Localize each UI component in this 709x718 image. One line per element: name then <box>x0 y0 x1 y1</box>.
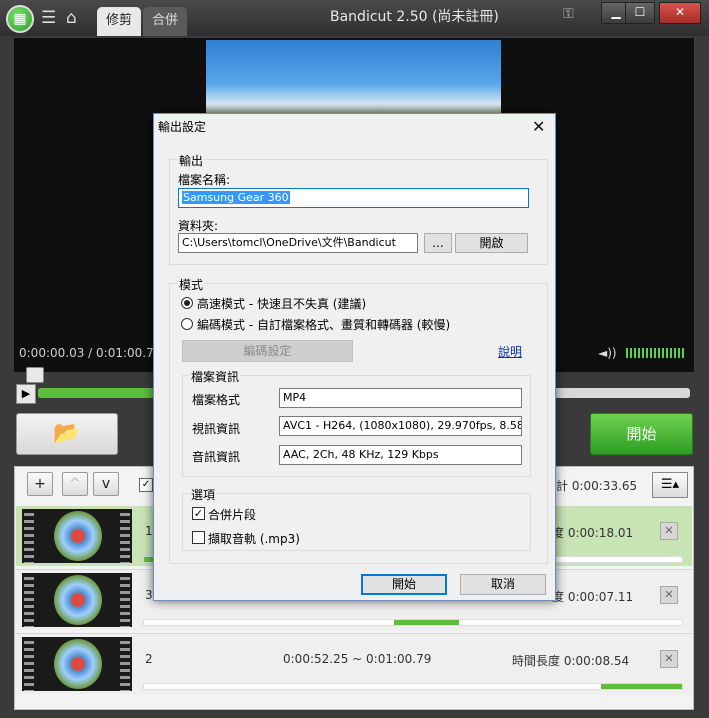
segment-duration: 度 0:00:07.11 <box>552 590 634 604</box>
encode-settings-button[interactable]: 編碼設定 <box>182 340 353 362</box>
list-menu-button[interactable]: ☰▴ <box>652 472 688 498</box>
home-icon[interactable]: ⌂ <box>66 4 77 32</box>
close-button[interactable]: ✕ <box>659 2 701 24</box>
browse-button[interactable]: ... <box>424 233 452 253</box>
audio-info-field: AAC, 2Ch, 48 KHz, 129 Kbps <box>279 445 522 465</box>
segment-thumbnail <box>22 509 132 563</box>
start-button[interactable]: 開始 <box>590 413 693 455</box>
remove-segment-button[interactable]: ✕ <box>660 586 678 604</box>
segment-number: 2 <box>145 652 153 666</box>
segment-number: 1 <box>145 524 153 538</box>
filename-label: 檔案名稱: <box>178 173 231 187</box>
dialog-close-icon[interactable]: ✕ <box>532 117 545 136</box>
bandicut-logo-icon[interactable]: ▦ <box>6 5 34 33</box>
options-group-label: 選項 <box>190 486 217 503</box>
timeline-playhead[interactable] <box>26 367 44 383</box>
format-label: 檔案格式 <box>192 393 241 407</box>
video-info-label: 視訊資訊 <box>192 422 241 436</box>
encode-mode-radio[interactable] <box>181 318 193 330</box>
segment-number: 3 <box>145 588 153 602</box>
merge-segments-label: 合併片段 <box>208 508 257 522</box>
window-title: Bandicut 2.50 (尚未註冊) <box>330 9 499 25</box>
remove-segment-button[interactable]: ✕ <box>660 522 678 540</box>
segment-progress <box>143 683 683 690</box>
output-group-label: 輸出 <box>178 152 205 169</box>
segment-range: 0:00:52.25 ~ 0:01:00.79 <box>283 652 432 666</box>
file-info-group-label: 檔案資訊 <box>190 368 241 385</box>
open-folder-button[interactable]: 開啟 <box>455 233 528 253</box>
add-segment-button[interactable]: + <box>27 472 53 496</box>
segment-duration: 度 0:00:18.01 <box>552 526 634 540</box>
tab-merge[interactable]: 合併 <box>143 7 187 36</box>
total-duration: 計 0:00:33.65 <box>556 479 638 493</box>
segment-progress <box>143 619 683 626</box>
volume-slider[interactable] <box>626 348 684 358</box>
start-marker-button[interactable]: ▶ <box>16 384 36 404</box>
folder-input[interactable]: C:\Users\tomcl\OneDrive\文件\Bandicut <box>178 233 418 253</box>
dialog-start-button[interactable]: 開始 <box>361 574 447 595</box>
remove-segment-button[interactable]: ✕ <box>660 650 678 668</box>
extract-audio-label: 擷取音軌 (.mp3) <box>208 532 300 546</box>
folder-label: 資料夾: <box>178 219 219 233</box>
maximize-button[interactable]: ☐ <box>625 2 655 24</box>
help-link[interactable]: 說明 <box>498 343 522 360</box>
merge-segments-checkbox[interactable]: ✓ <box>192 507 205 520</box>
segment-thumbnail <box>22 637 132 691</box>
menu-icon[interactable]: ☰ <box>41 4 56 32</box>
audio-info-label: 音訊資訊 <box>192 450 241 464</box>
dialog-cancel-button[interactable]: 取消 <box>460 574 546 595</box>
segment-thumbnail <box>22 573 132 627</box>
segment-progress-fill <box>394 620 459 625</box>
extract-audio-checkbox[interactable] <box>192 531 205 544</box>
volume-icon[interactable]: ◄)) <box>598 346 617 360</box>
move-down-button[interactable]: v <box>93 472 119 496</box>
video-frame <box>206 40 501 120</box>
encode-mode-label: 編碼模式 - 自訂檔案格式、畫質和轉碼器 (較慢) <box>197 318 451 332</box>
segment-duration: 時間長度 0:00:08.54 <box>512 654 630 668</box>
timecode: 0:00:00.03 / 0:01:00.79 <box>19 346 162 360</box>
filename-input[interactable]: Samsung Gear 360 <box>178 188 529 208</box>
format-field: MP4 <box>279 388 522 408</box>
select-all-checkbox[interactable]: ✓ <box>139 478 153 492</box>
dialog-title: 輸出設定 <box>158 120 207 134</box>
open-file-button[interactable]: 📂 <box>16 413 118 455</box>
segment-progress-fill <box>601 684 682 689</box>
move-up-button[interactable]: ^ <box>62 472 88 496</box>
fast-mode-label: 高速模式 - 快速且不失真 (建議) <box>197 297 367 311</box>
mode-group-label: 模式 <box>178 276 205 293</box>
fast-mode-radio[interactable] <box>181 297 193 309</box>
key-icon[interactable]: ⚿ <box>563 6 574 22</box>
tab-trim[interactable]: 修剪 <box>97 7 141 36</box>
video-info-field: AVC1 - H264, (1080x1080), 29.970fps, 8.5… <box>279 416 522 436</box>
